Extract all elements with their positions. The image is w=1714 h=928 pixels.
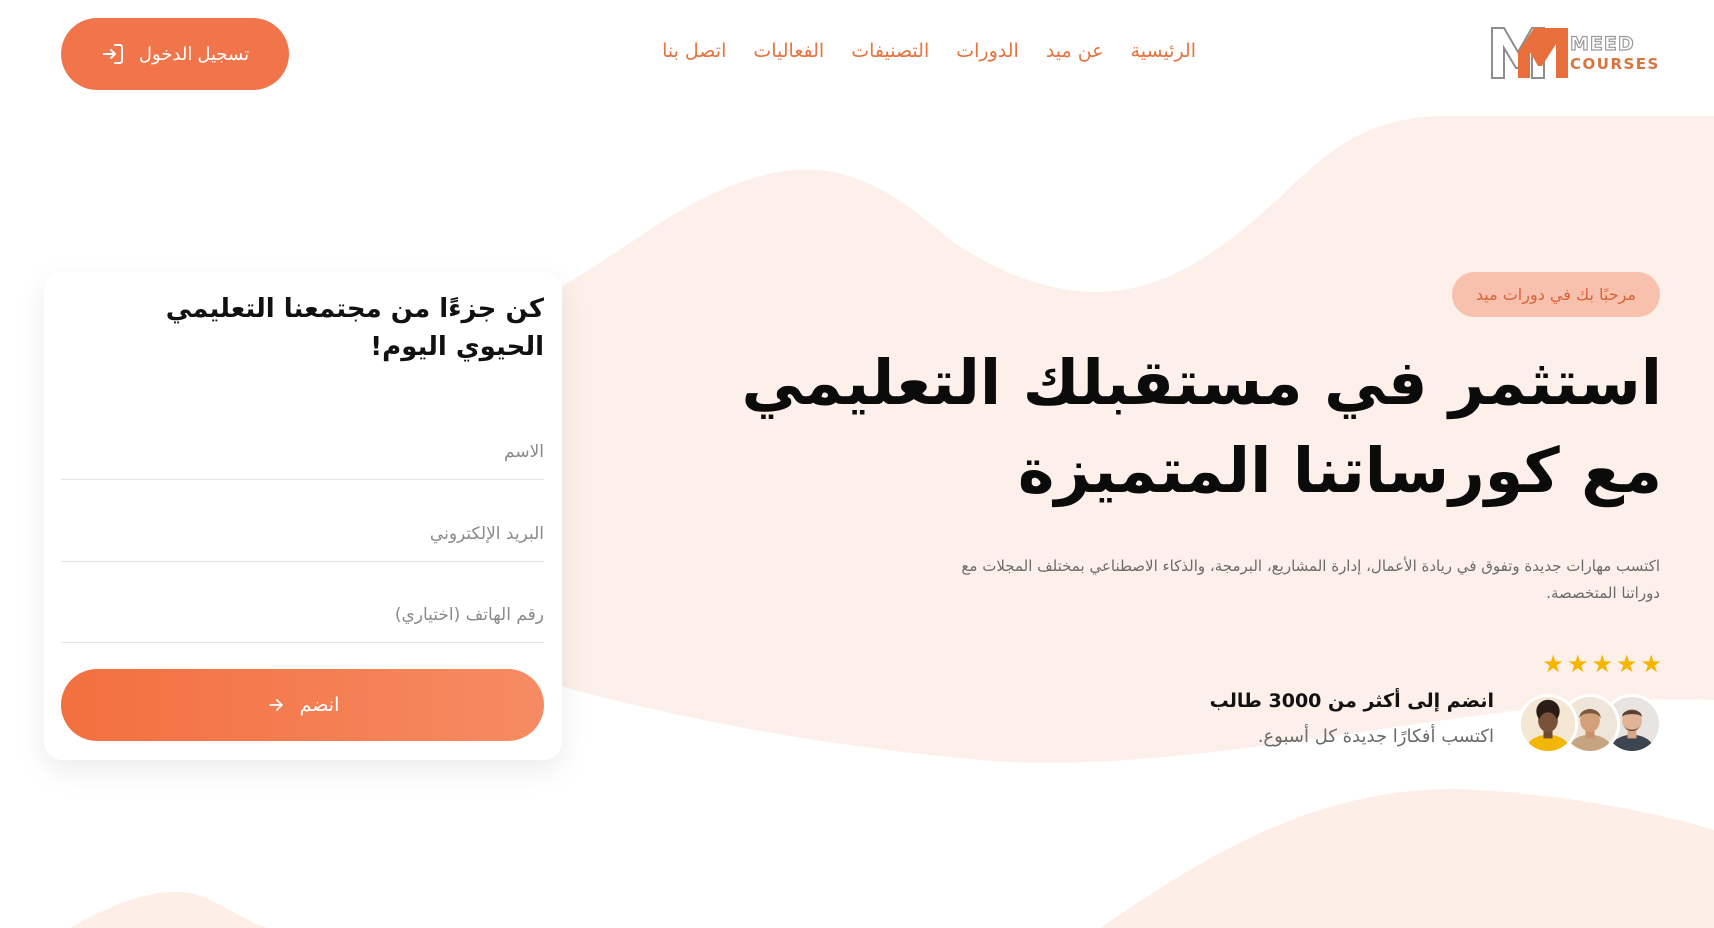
- site-header: MEED COURSES الرئيسية عن ميد الدورات الت…: [0, 0, 1714, 110]
- nav-courses[interactable]: الدورات: [956, 40, 1019, 62]
- phone-input[interactable]: [61, 587, 544, 643]
- nav-contact[interactable]: اتصل بنا: [662, 40, 726, 62]
- avatar: [1518, 694, 1578, 754]
- login-button[interactable]: تسجيل الدخول: [61, 18, 289, 90]
- star-icon: ★: [1591, 650, 1613, 678]
- nav-home[interactable]: الرئيسية: [1131, 40, 1196, 62]
- students-subtitle: اكتسب أفكارًا جديدة كل أسبوع.: [1257, 726, 1494, 747]
- nav-about[interactable]: عن ميد: [1046, 40, 1104, 62]
- welcome-badge: مرحبًا بك في دورات ميد: [1451, 272, 1660, 317]
- email-input[interactable]: [61, 506, 544, 562]
- nav-categories[interactable]: التصنيفات: [851, 40, 929, 62]
- login-label: تسجيل الدخول: [138, 43, 250, 64]
- hero-section: مرحبًا بك في دورات ميد استثمر في مستقبلك…: [562, 272, 1662, 607]
- join-label: انضم: [299, 694, 340, 716]
- star-icon: ★: [1542, 650, 1564, 678]
- hero-headline-line1: استثمر في مستقبلك التعليمي: [741, 346, 1662, 419]
- main-nav: الرئيسية عن ميد الدورات التصنيفات الفعال…: [662, 40, 1196, 62]
- meed-courses-logo[interactable]: MEED COURSES: [1490, 22, 1660, 84]
- login-icon: [102, 44, 123, 64]
- name-input[interactable]: [61, 424, 544, 480]
- student-avatars: [1512, 694, 1662, 756]
- hero-headline-line2: مع كورساتنا المتميزة: [1017, 434, 1662, 507]
- logo-text: MEED COURSES: [1569, 33, 1660, 74]
- social-proof: ★ ★ ★ ★ ★ انضم إلى أكثر من 3000 طالب اكت…: [1182, 650, 1662, 760]
- star-icon: ★: [1640, 650, 1662, 678]
- star-icon: ★: [1566, 650, 1589, 678]
- meed-logo-mark-icon: [1491, 27, 1568, 79]
- form-title: كن جزءًا من مجتمعنا التعليمي الحيوي اليو…: [165, 294, 544, 362]
- star-icon: ★: [1615, 650, 1638, 678]
- hero-description: اكتسب مهارات جديدة وتفوق في ريادة الأعما…: [961, 557, 1660, 602]
- logo-line2: COURSES: [1570, 55, 1660, 73]
- rating-stars: ★ ★ ★ ★ ★: [1542, 650, 1662, 678]
- students-count-title: انضم إلى أكثر من 3000 طالب: [1209, 690, 1494, 712]
- join-button[interactable]: انضم: [61, 669, 544, 741]
- signup-form-card: كن جزءًا من مجتمعنا التعليمي الحيوي اليو…: [44, 272, 562, 760]
- nav-events[interactable]: الفعاليات: [753, 40, 824, 62]
- logo-line1: MEED: [1569, 33, 1635, 55]
- arrow-left-icon: [268, 699, 283, 711]
- hero-headline: استثمر في مستقبلك التعليمي مع كورساتنا ا…: [562, 339, 1662, 515]
